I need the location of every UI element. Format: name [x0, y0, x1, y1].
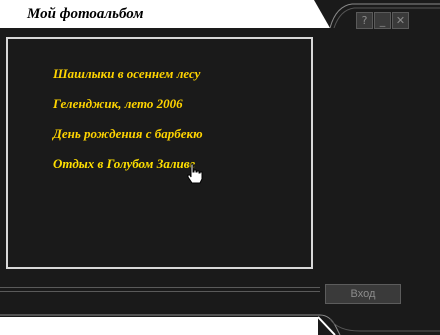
close-button[interactable]: ✕	[392, 12, 409, 29]
bottom-divider	[0, 291, 320, 292]
bottom-divider	[0, 287, 320, 288]
window-controls: ? _ ✕	[356, 12, 412, 30]
album-item[interactable]: День рождения с барбекю	[53, 123, 203, 153]
album-item[interactable]: Геленджик, лето 2006	[53, 93, 203, 123]
album-item[interactable]: Шашлыки в осеннем лесу	[53, 63, 203, 93]
album-item[interactable]: Отдых в Голубом Заливе	[53, 153, 203, 183]
login-button[interactable]: Вход	[325, 284, 401, 304]
minimize-button[interactable]: _	[374, 12, 391, 29]
bottom-bar-decoration	[0, 314, 440, 335]
minimize-icon: _	[379, 14, 386, 27]
close-icon: ✕	[395, 14, 406, 27]
window-title: Мой фотоальбом	[27, 6, 144, 22]
album-list: Шашлыки в осеннем лесу Геленджик, лето 2…	[53, 63, 203, 183]
hand-cursor-icon	[187, 163, 203, 184]
album-panel: Шашлыки в осеннем лесу Геленджик, лето 2…	[6, 37, 313, 269]
help-icon: ?	[361, 14, 368, 27]
app-window: Мой фотоальбом ? _ ✕ Шашлыки в осеннем л…	[0, 0, 440, 335]
title-bar[interactable]: Мой фотоальбом ? _ ✕	[0, 0, 440, 30]
help-button[interactable]: ?	[356, 12, 373, 29]
